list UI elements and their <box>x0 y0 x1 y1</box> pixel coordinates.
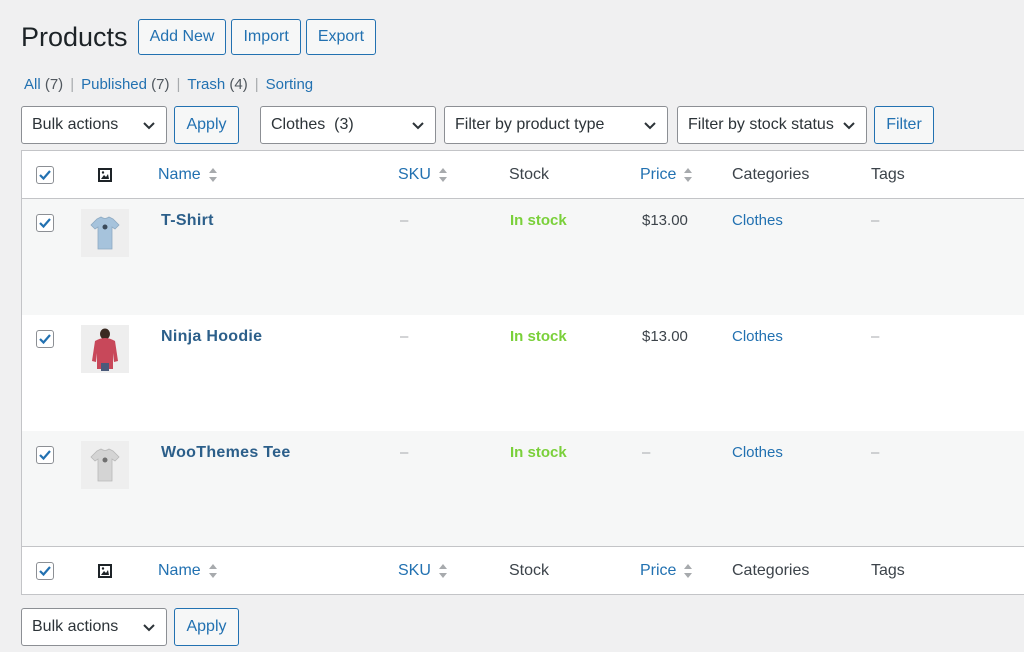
sort-icon <box>208 564 217 578</box>
product-name-link[interactable]: Ninja Hoodie <box>161 328 262 346</box>
stock-status-filter-label: Filter by stock status <box>688 116 834 133</box>
name-column-label: Name <box>158 166 201 183</box>
apply-button[interactable]: Apply <box>174 106 239 144</box>
sku-column-header[interactable]: SKU <box>398 151 449 199</box>
page-title: Products <box>21 22 128 52</box>
price-column-label: Price <box>640 562 677 579</box>
tags-value: – <box>871 444 880 461</box>
sku-value: – <box>400 328 409 345</box>
chevron-down-icon <box>843 122 855 130</box>
stock-status: In stock <box>510 212 567 229</box>
sort-icon <box>684 168 693 182</box>
price-value: – <box>642 444 651 461</box>
table-header: Name SKU Stock Price Categories Tags <box>22 151 1024 199</box>
filter-button[interactable]: Filter <box>874 106 934 144</box>
bottom-bulk-actions-select[interactable]: Bulk actions <box>21 608 167 646</box>
page-header: Products Add New Import Export <box>21 19 381 55</box>
stock-status-filter-select[interactable]: Filter by stock status <box>677 106 867 144</box>
category-link[interactable]: Clothes <box>732 212 783 229</box>
categories-column-header: Categories <box>732 166 810 183</box>
t-shirt-icon <box>90 448 120 482</box>
table-row: Ninja Hoodie – In stock $13.00 Clothes – <box>22 315 1024 431</box>
sku-value: – <box>400 444 409 461</box>
stock-column-header: Stock <box>509 166 550 183</box>
row-checkbox[interactable] <box>36 214 54 232</box>
price-value: $13.00 <box>642 328 688 345</box>
price-column-footer[interactable]: Price <box>640 547 694 595</box>
view-published-link[interactable]: Published (7) <box>81 76 169 93</box>
sort-icon <box>208 168 217 182</box>
stock-status: In stock <box>510 444 567 461</box>
bottom-apply-button[interactable]: Apply <box>174 608 239 646</box>
view-sorting-link[interactable]: Sorting <box>266 76 314 93</box>
chevron-down-icon <box>143 624 155 632</box>
stock-column-footer: Stock <box>509 562 550 579</box>
product-name-link[interactable]: WooThemes Tee <box>161 444 291 462</box>
sort-icon <box>684 564 693 578</box>
product-type-filter-select[interactable]: Filter by product type <box>444 106 668 144</box>
view-trash-link[interactable]: Trash (4) <box>187 76 247 93</box>
product-type-filter-label: Filter by product type <box>455 116 605 133</box>
view-all-link[interactable]: All (7) <box>24 76 63 93</box>
bulk-actions-select[interactable]: Bulk actions <box>21 106 167 144</box>
table-footer: Name SKU Stock Price Categories Tags <box>22 546 1024 594</box>
chevron-down-icon <box>644 122 656 130</box>
sku-value: – <box>400 212 409 229</box>
stock-status: In stock <box>510 328 567 345</box>
tags-value: – <box>871 212 880 229</box>
separator: | <box>254 76 259 93</box>
checkmark-icon <box>39 566 51 577</box>
bulk-actions-label: Bulk actions <box>32 116 119 133</box>
image-icon <box>98 564 112 578</box>
view-filters: All (7) | Published (7) | Trash (4) | Sorting <box>24 76 313 93</box>
thumbnail-column-header <box>98 151 112 199</box>
sku-column-label: SKU <box>398 562 431 579</box>
product-name-link[interactable]: T-Shirt <box>161 212 214 230</box>
category-filter-select[interactable]: Clothes (3) <box>260 106 436 144</box>
price-column-header[interactable]: Price <box>640 151 694 199</box>
select-all-checkbox[interactable] <box>36 562 54 580</box>
sku-column-label: SKU <box>398 166 431 183</box>
tags-value: – <box>871 328 880 345</box>
separator: | <box>70 76 75 93</box>
tags-column-header: Tags <box>871 166 905 183</box>
import-button[interactable]: Import <box>231 19 301 55</box>
sort-icon <box>438 564 447 578</box>
bulk-actions-label: Bulk actions <box>32 618 119 635</box>
sku-column-footer[interactable]: SKU <box>398 547 449 595</box>
price-value: $13.00 <box>642 212 688 229</box>
checkmark-icon <box>39 170 51 181</box>
hoodie-icon <box>92 328 118 371</box>
checkmark-icon <box>39 218 51 229</box>
category-link[interactable]: Clothes <box>732 444 783 461</box>
separator: | <box>176 76 181 93</box>
products-table: Name SKU Stock Price Categories Tags T-S… <box>21 150 1024 595</box>
table-row: WooThemes Tee – In stock – Clothes – <box>22 431 1024 547</box>
categories-column-footer: Categories <box>732 562 810 579</box>
name-column-footer[interactable]: Name <box>158 547 219 595</box>
export-button[interactable]: Export <box>305 19 377 55</box>
tags-column-footer: Tags <box>871 562 905 579</box>
sort-icon <box>438 168 447 182</box>
table-row: T-Shirt – In stock $13.00 Clothes – <box>22 199 1024 315</box>
chevron-down-icon <box>143 122 155 130</box>
row-checkbox[interactable] <box>36 446 54 464</box>
checkmark-icon <box>39 450 51 461</box>
select-all-checkbox[interactable] <box>36 166 54 184</box>
name-column-header[interactable]: Name <box>158 151 219 199</box>
t-shirt-grey-image[interactable] <box>81 441 129 489</box>
category-filter-label: Clothes (3) <box>271 116 354 133</box>
price-column-label: Price <box>640 166 677 183</box>
row-checkbox[interactable] <box>36 330 54 348</box>
chevron-down-icon <box>412 122 424 130</box>
t-shirt-icon <box>90 216 120 250</box>
hoodie-red-image[interactable] <box>81 325 129 373</box>
category-link[interactable]: Clothes <box>732 328 783 345</box>
name-column-label: Name <box>158 562 201 579</box>
image-icon <box>98 168 112 182</box>
thumbnail-column-footer <box>98 547 112 595</box>
t-shirt-blue-image[interactable] <box>81 209 129 257</box>
checkmark-icon <box>39 334 51 345</box>
add-new-button[interactable]: Add New <box>137 19 227 55</box>
